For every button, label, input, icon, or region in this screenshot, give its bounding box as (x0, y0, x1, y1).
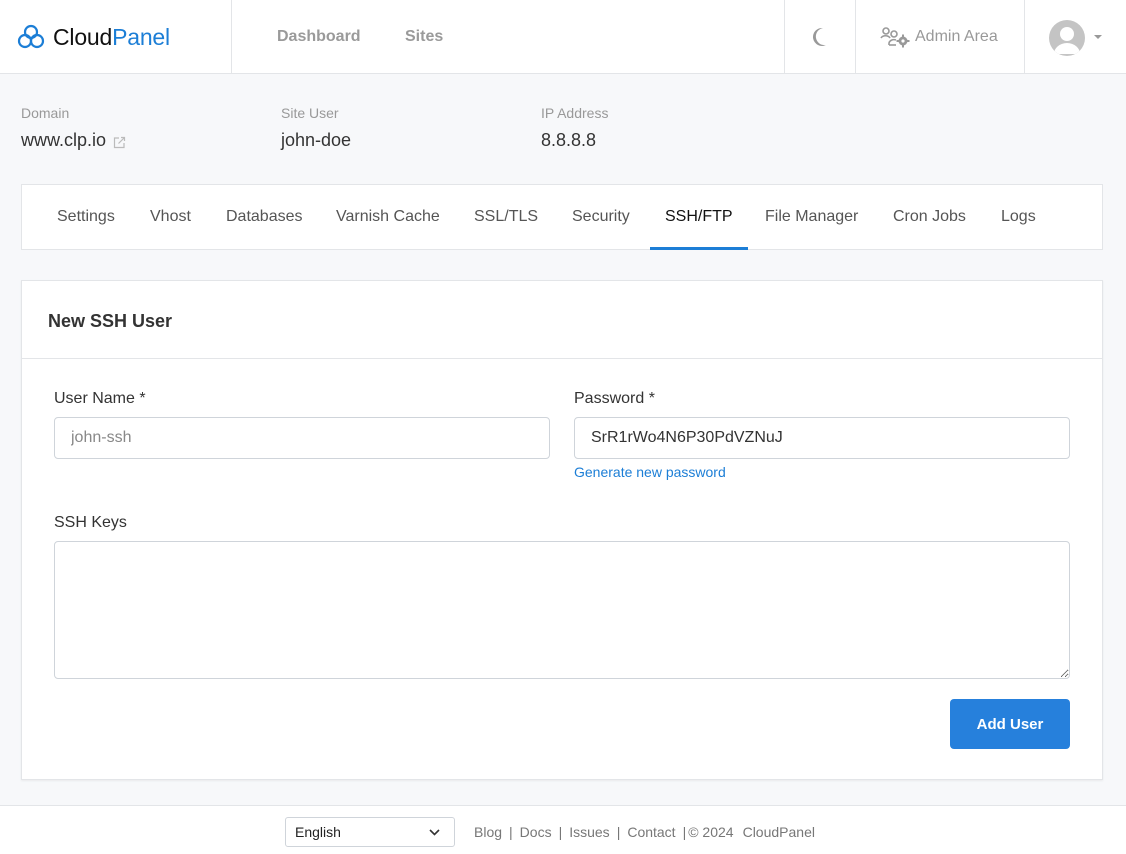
card-divider (22, 358, 1102, 359)
footer-link-issues[interactable]: Issues (569, 824, 609, 840)
password-label: Password * (574, 390, 655, 407)
logo-text: CloudPanel (53, 23, 170, 50)
tab-ssh-ftp[interactable]: SSH/FTP (650, 185, 748, 250)
tab-ssl-tls[interactable]: SSL/TLS (459, 185, 553, 249)
language-value: English (295, 824, 341, 840)
tab-vhost[interactable]: Vhost (135, 185, 206, 249)
tab-cron-jobs[interactable]: Cron Jobs (878, 185, 981, 249)
card-title: New SSH User (48, 311, 173, 331)
admin-area-link[interactable]: Admin Area (880, 26, 998, 48)
chevron-down-icon (429, 829, 440, 836)
admin-area-label: Admin Area (915, 28, 998, 45)
footer-link-contact[interactable]: Contact (627, 824, 675, 840)
language-select[interactable]: English (285, 817, 455, 847)
separator: | (558, 824, 563, 840)
site-user-value: john-doe (281, 130, 352, 150)
tab-varnish-cache[interactable]: Varnish Cache (321, 185, 455, 249)
domain-label: Domain (21, 105, 70, 121)
footer: English Blog | Docs | Issues | Contact |… (0, 805, 1126, 854)
ssh-keys-label: SSH Keys (54, 514, 127, 531)
generate-password-link[interactable]: Generate new password (574, 464, 726, 480)
top-header: CloudPanel Dashboard Sites Admin Area (0, 0, 1126, 74)
domain-info: Domain www.clp.io (21, 105, 126, 151)
footer-links: Blog | Docs | Issues | Contact | © 2024 … (474, 824, 815, 840)
ip-address-label: IP Address (541, 105, 609, 121)
password-input[interactable] (574, 417, 1070, 459)
ssh-keys-textarea[interactable] (54, 541, 1070, 679)
header-divider (784, 0, 785, 74)
separator: | (682, 824, 687, 840)
nav-dashboard[interactable]: Dashboard (277, 28, 361, 46)
external-link-icon[interactable] (113, 136, 126, 149)
site-user-label: Site User (281, 105, 339, 121)
avatar-icon (1054, 27, 1080, 54)
cloud-logo-icon (17, 24, 45, 49)
footer-link-blog[interactable]: Blog (474, 824, 502, 840)
cloudpanel-logo[interactable]: CloudPanel (17, 22, 170, 52)
footer-brand: CloudPanel (742, 824, 815, 840)
site-tabs: Settings Vhost Databases Varnish Cache S… (21, 184, 1103, 250)
tab-settings[interactable]: Settings (42, 185, 130, 249)
caret-down-icon[interactable] (1094, 35, 1102, 39)
username-input[interactable] (54, 417, 550, 459)
username-label: User Name * (54, 390, 146, 407)
users-gear-icon (880, 27, 910, 48)
new-ssh-user-card: New SSH User User Name * Password * Gene… (21, 280, 1103, 780)
copyright: © 2024 (688, 824, 734, 840)
separator: | (509, 824, 513, 840)
tab-file-manager[interactable]: File Manager (750, 185, 873, 249)
nav-sites[interactable]: Sites (405, 28, 443, 46)
header-divider (231, 0, 232, 74)
tab-databases[interactable]: Databases (211, 185, 318, 249)
moon-icon[interactable] (810, 26, 830, 48)
user-avatar[interactable] (1049, 20, 1085, 56)
tab-security[interactable]: Security (557, 185, 645, 249)
site-user-info: Site User john-doe (281, 105, 351, 151)
separator: | (616, 824, 621, 840)
tab-logs[interactable]: Logs (986, 185, 1051, 249)
footer-link-docs[interactable]: Docs (520, 824, 552, 840)
add-user-button[interactable]: Add User (950, 699, 1070, 749)
domain-link[interactable]: www.clp.io (21, 130, 106, 151)
ip-address-value: 8.8.8.8 (541, 130, 597, 150)
ip-address-info: IP Address 8.8.8.8 (541, 105, 608, 151)
header-divider (1024, 0, 1025, 74)
header-divider (855, 0, 856, 74)
